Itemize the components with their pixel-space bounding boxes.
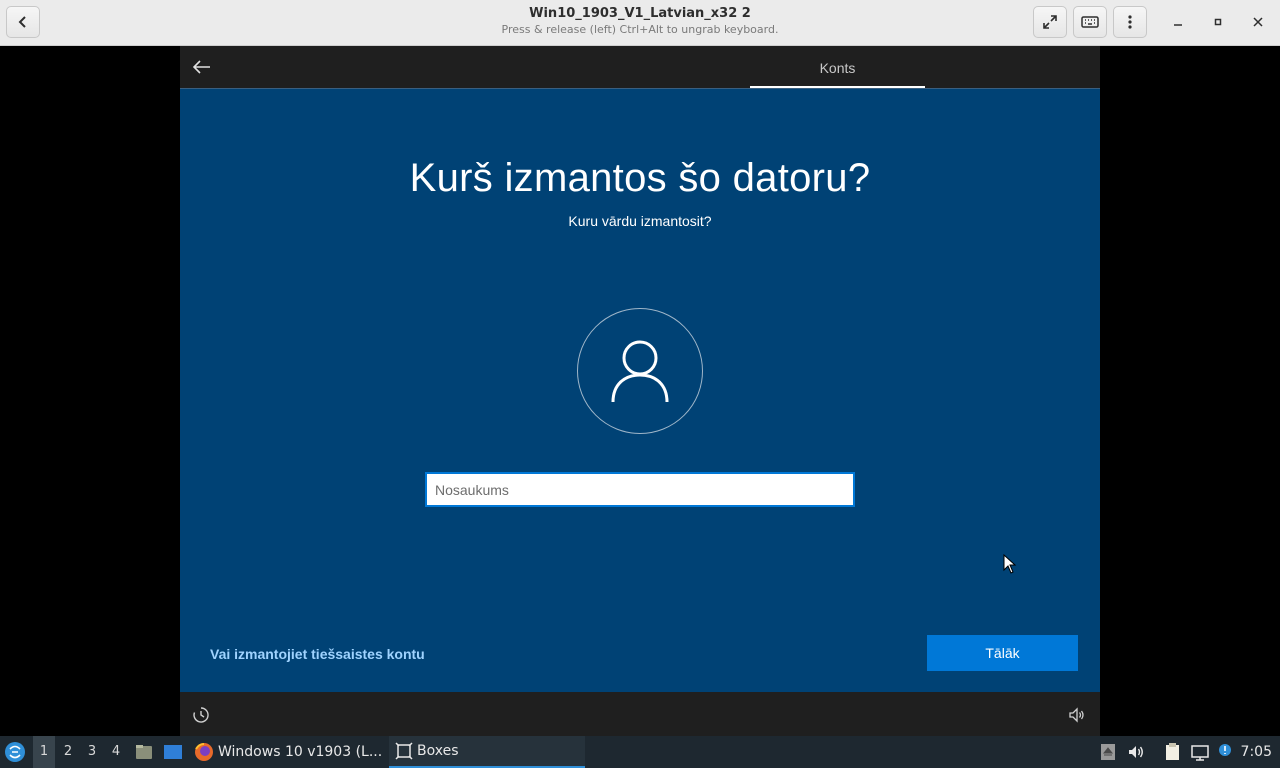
- taskbar-item-boxes[interactable]: Boxes: [389, 736, 585, 768]
- taskbar-item-firefox[interactable]: Windows 10 v1903 (L...: [193, 736, 383, 768]
- tab-konts: Konts: [819, 60, 856, 76]
- mouse-cursor-icon: [1003, 554, 1017, 574]
- fullscreen-button[interactable]: [1033, 6, 1067, 38]
- workspace-2[interactable]: 2: [57, 736, 79, 768]
- taskbar: 1 2 3 4 Windows 10 v1903 (L... Boxes 7:0…: [0, 736, 1280, 768]
- more-vertical-icon: [1128, 15, 1132, 29]
- taskbar-item-label: Boxes: [417, 743, 459, 759]
- close-button[interactable]: [1248, 12, 1268, 32]
- oobe-top-bar: Konts: [180, 46, 1100, 88]
- user-icon: [611, 340, 669, 403]
- clipboard-icon[interactable]: [1163, 742, 1183, 762]
- volume-icon[interactable]: [1068, 706, 1086, 724]
- minimize-icon: [1174, 24, 1182, 26]
- oobe-bottom-bar: [180, 692, 1100, 736]
- tray-volume-icon[interactable]: [1126, 742, 1146, 762]
- desktop-icon[interactable]: [163, 742, 183, 762]
- workspace-1[interactable]: 1: [33, 736, 55, 768]
- avatar: [577, 308, 703, 434]
- next-button[interactable]: Tālāk: [927, 635, 1078, 671]
- header-bar: Win10_1903_V1_Latvian_x32 2 Press & rele…: [0, 0, 1280, 46]
- menu-button[interactable]: [1113, 6, 1147, 38]
- keyboard-button[interactable]: [1073, 6, 1107, 38]
- workspace-4[interactable]: 4: [105, 736, 127, 768]
- maximize-icon: [1214, 18, 1222, 26]
- start-menu-icon[interactable]: [4, 741, 26, 763]
- firefox-icon: [195, 743, 213, 761]
- workspace-3[interactable]: 3: [81, 736, 103, 768]
- name-input[interactable]: [425, 472, 855, 507]
- minimize-button[interactable]: [1168, 12, 1188, 32]
- page-title: Kurš izmantos šo datoru?: [409, 156, 871, 200]
- keyboard-icon: [1081, 16, 1099, 28]
- taskbar-item-label: Windows 10 v1903 (L...: [218, 744, 383, 760]
- notification-icon[interactable]: [1215, 742, 1235, 762]
- network-icon[interactable]: [1190, 742, 1210, 762]
- oobe-back-button[interactable]: [190, 55, 214, 79]
- online-account-link[interactable]: Vai izmantojiet tiešsaistes kontu: [210, 646, 425, 662]
- close-icon: [1253, 17, 1263, 27]
- maximize-button[interactable]: [1208, 12, 1228, 32]
- page-subtitle: Kuru vārdu izmantosit?: [568, 213, 712, 229]
- boxes-icon: [395, 742, 413, 760]
- clock[interactable]: 7:05: [1241, 736, 1272, 768]
- ease-of-access-icon[interactable]: [192, 706, 210, 724]
- arrow-left-icon: [193, 60, 210, 74]
- divider: [180, 88, 1100, 89]
- vm-display[interactable]: Konts Kurš izmantos šo datoru? Kuru vārd…: [180, 46, 1100, 736]
- file-manager-icon[interactable]: [134, 742, 154, 762]
- eject-icon[interactable]: [1098, 742, 1118, 762]
- fullscreen-icon: [1043, 15, 1057, 29]
